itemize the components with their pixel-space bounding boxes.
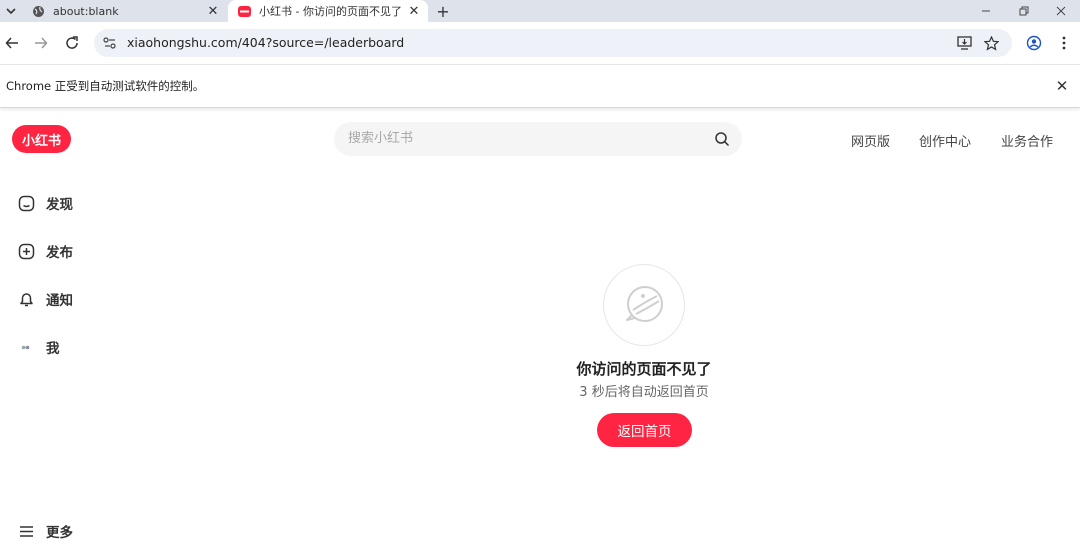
new-tab-button[interactable]: +	[432, 0, 454, 22]
minimize-icon[interactable]	[967, 0, 1005, 22]
sidebar-item-me[interactable]: 我	[17, 335, 60, 359]
tab-close-icon[interactable]: ✕	[205, 4, 221, 19]
address-bar[interactable]: xiaohongshu.com/404?source=/leaderboard	[94, 29, 1012, 57]
home-icon	[17, 194, 35, 212]
search-box[interactable]	[334, 122, 742, 156]
xhs-favicon	[238, 5, 251, 18]
site-settings-icon[interactable]	[102, 35, 118, 51]
url-text: xiaohongshu.com/404?source=/leaderboard	[127, 35, 405, 50]
bookmark-star-icon[interactable]	[983, 35, 999, 51]
sidebar-item-label: 发现	[46, 197, 73, 213]
page-not-found-illustration	[603, 264, 685, 346]
sidebar-item-notifications[interactable]: 通知	[17, 287, 73, 311]
close-icon[interactable]: ✕	[1052, 76, 1072, 96]
sidebar-item-discover[interactable]: 发现	[17, 191, 73, 215]
sidebar-item-label: 更多	[46, 525, 73, 541]
back-home-button[interactable]: 返回首页	[597, 413, 692, 447]
tab-title: about:blank	[53, 4, 119, 18]
menu-kebab-icon[interactable]	[1054, 33, 1074, 53]
forward-icon[interactable]	[31, 33, 51, 53]
tab-search-icon[interactable]	[0, 0, 22, 22]
bell-icon	[17, 290, 35, 308]
error-title: 你访问的页面不见了	[576, 360, 712, 378]
profile-icon[interactable]	[1024, 33, 1044, 53]
tab-about-blank[interactable]: about:blank ✕	[22, 0, 227, 22]
sidebar-item-more[interactable]: 更多	[17, 519, 73, 543]
close-window-icon[interactable]	[1042, 0, 1080, 22]
automation-infobar: Chrome 正受到自动测试软件的控制。 ✕	[0, 64, 1080, 108]
back-icon[interactable]	[2, 33, 22, 53]
reload-icon[interactable]	[62, 33, 82, 53]
tab-title: 小红书 - 你访问的页面不见了	[259, 5, 402, 18]
sidebar-item-publish[interactable]: 发布	[17, 239, 73, 263]
restore-icon[interactable]	[1005, 0, 1043, 22]
tab-strip: about:blank ✕ 小红书 - 你访问的页面不见了 ✕ +	[0, 0, 1080, 22]
sidebar-item-label: 通知	[46, 293, 73, 309]
plus-square-icon	[17, 242, 35, 260]
install-app-icon[interactable]	[956, 35, 972, 51]
redirect-countdown: 3 秒后将自动返回首页	[579, 385, 709, 400]
tab-xiaohongshu[interactable]: 小红书 - 你访问的页面不见了 ✕	[228, 0, 428, 22]
sidebar-item-label: 我	[46, 341, 60, 357]
nav-business[interactable]: 业务合作	[1001, 131, 1053, 150]
globe-icon	[32, 5, 45, 18]
xiaohongshu-logo[interactable]: 小红书	[12, 125, 71, 153]
lost-planet-icon	[626, 286, 663, 322]
search-input[interactable]	[346, 130, 690, 147]
nav-creator-center[interactable]: 创作中心	[919, 131, 971, 150]
browser-toolbar: xiaohongshu.com/404?source=/leaderboard	[0, 22, 1080, 64]
hamburger-menu-icon	[17, 522, 35, 540]
avatar-icon	[17, 338, 35, 356]
infobar-message: Chrome 正受到自动测试软件的控制。	[6, 79, 205, 93]
nav-web-version[interactable]: 网页版	[851, 131, 890, 150]
sidebar-item-label: 发布	[46, 245, 73, 261]
search-icon[interactable]	[714, 131, 730, 147]
tab-close-icon[interactable]: ✕	[406, 4, 422, 19]
